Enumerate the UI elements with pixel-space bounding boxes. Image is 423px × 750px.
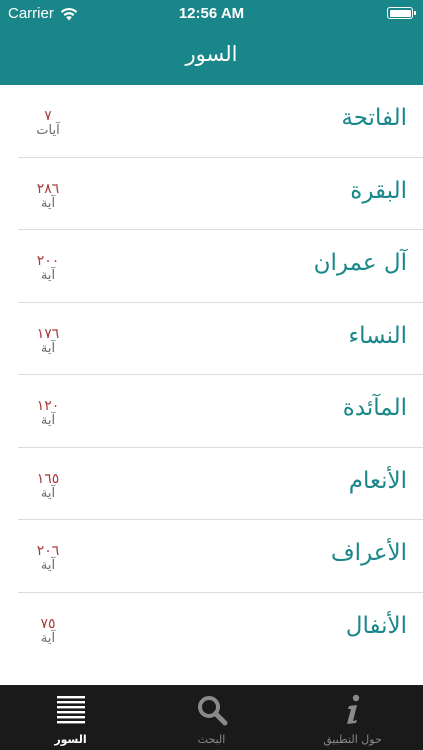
tab-about[interactable]: حول التطبيق [282,685,423,750]
sura-list[interactable]: الفاتحة ٧ آيات البقرة ٢٨٦ آية آل عمران ٢… [0,85,423,685]
ayah-number: ٢٨٦ [36,180,60,197]
battery-icon [387,7,416,19]
page-title: السور [185,42,238,66]
sura-row[interactable]: آل عمران ٢٠٠ آية [18,230,423,303]
ayah-unit: آية [40,413,56,428]
header: Carrier 12:56 AM السور [0,0,423,85]
ayah-unit: آية [40,340,56,356]
tab-bar: السور البحث حول التطبيق [0,685,423,750]
ayah-unit: آية [40,630,56,646]
ayah-number: ١٢٠ [36,398,60,414]
sura-name: النساء [348,322,407,349]
ayah-unit: آيات [36,123,60,138]
ayah-count: ٧ آيات [18,109,78,137]
ayah-number: ١٧٦ [36,325,60,342]
tab-suras[interactable]: السور [0,685,141,750]
tab-label: حول التطبيق [323,733,382,746]
sura-name: البقرة [350,177,407,204]
sura-name: الأنعام [348,467,407,494]
sura-row[interactable]: الأنفال ٧٥ آية [18,593,423,666]
ayah-count: ٢٠٦ آية [18,544,78,572]
status-bar: Carrier 12:56 AM [0,0,423,28]
sura-name: الأعراف [330,540,407,566]
sura-row[interactable]: البقرة ٢٨٦ آية [18,158,423,230]
ayah-count: ٢٠٠ آية [18,254,78,282]
ayah-number: ٧ [44,108,52,124]
list-icon [56,696,85,724]
ayah-number: ١٦٥ [36,470,60,487]
ayah-number: ٧٥ [40,615,56,632]
sura-row[interactable]: الأنعام ١٦٥ آية [18,448,423,520]
sura-row[interactable]: الأعراف ٢٠٦ آية [18,520,423,593]
ayah-count: ١٧٦ آية [18,327,78,355]
tab-label: السور [54,733,87,746]
sura-row[interactable]: النساء ١٧٦ آية [18,303,423,375]
ayah-count: ٧٥ آية [18,617,78,645]
status-time: 12:56 AM [178,5,245,22]
ayah-number: ٢٠٠ [36,253,60,269]
ayah-unit: آية [40,195,56,211]
tab-search[interactable]: البحث [141,685,282,750]
ayah-unit: آية [40,485,56,501]
ayah-unit: آية [40,558,56,573]
ayah-count: ١٦٥ آية [18,472,78,500]
ayah-number: ٢٠٦ [36,543,60,559]
sura-name: آل عمران [313,250,407,276]
sura-name: الفاتحة [341,105,407,131]
ayah-count: ٢٨٦ آية [18,182,78,210]
sura-row[interactable]: المآئدة ١٢٠ آية [18,375,423,448]
search-icon [197,696,227,726]
tab-label: البحث [197,733,226,746]
sura-name: الأنفال [345,612,407,639]
info-icon [346,694,359,724]
ayah-count: ١٢٠ آية [18,399,78,427]
sura-name: المآئدة [342,395,407,421]
sura-row[interactable]: الفاتحة ٧ آيات [18,85,423,158]
ayah-unit: آية [40,268,56,283]
